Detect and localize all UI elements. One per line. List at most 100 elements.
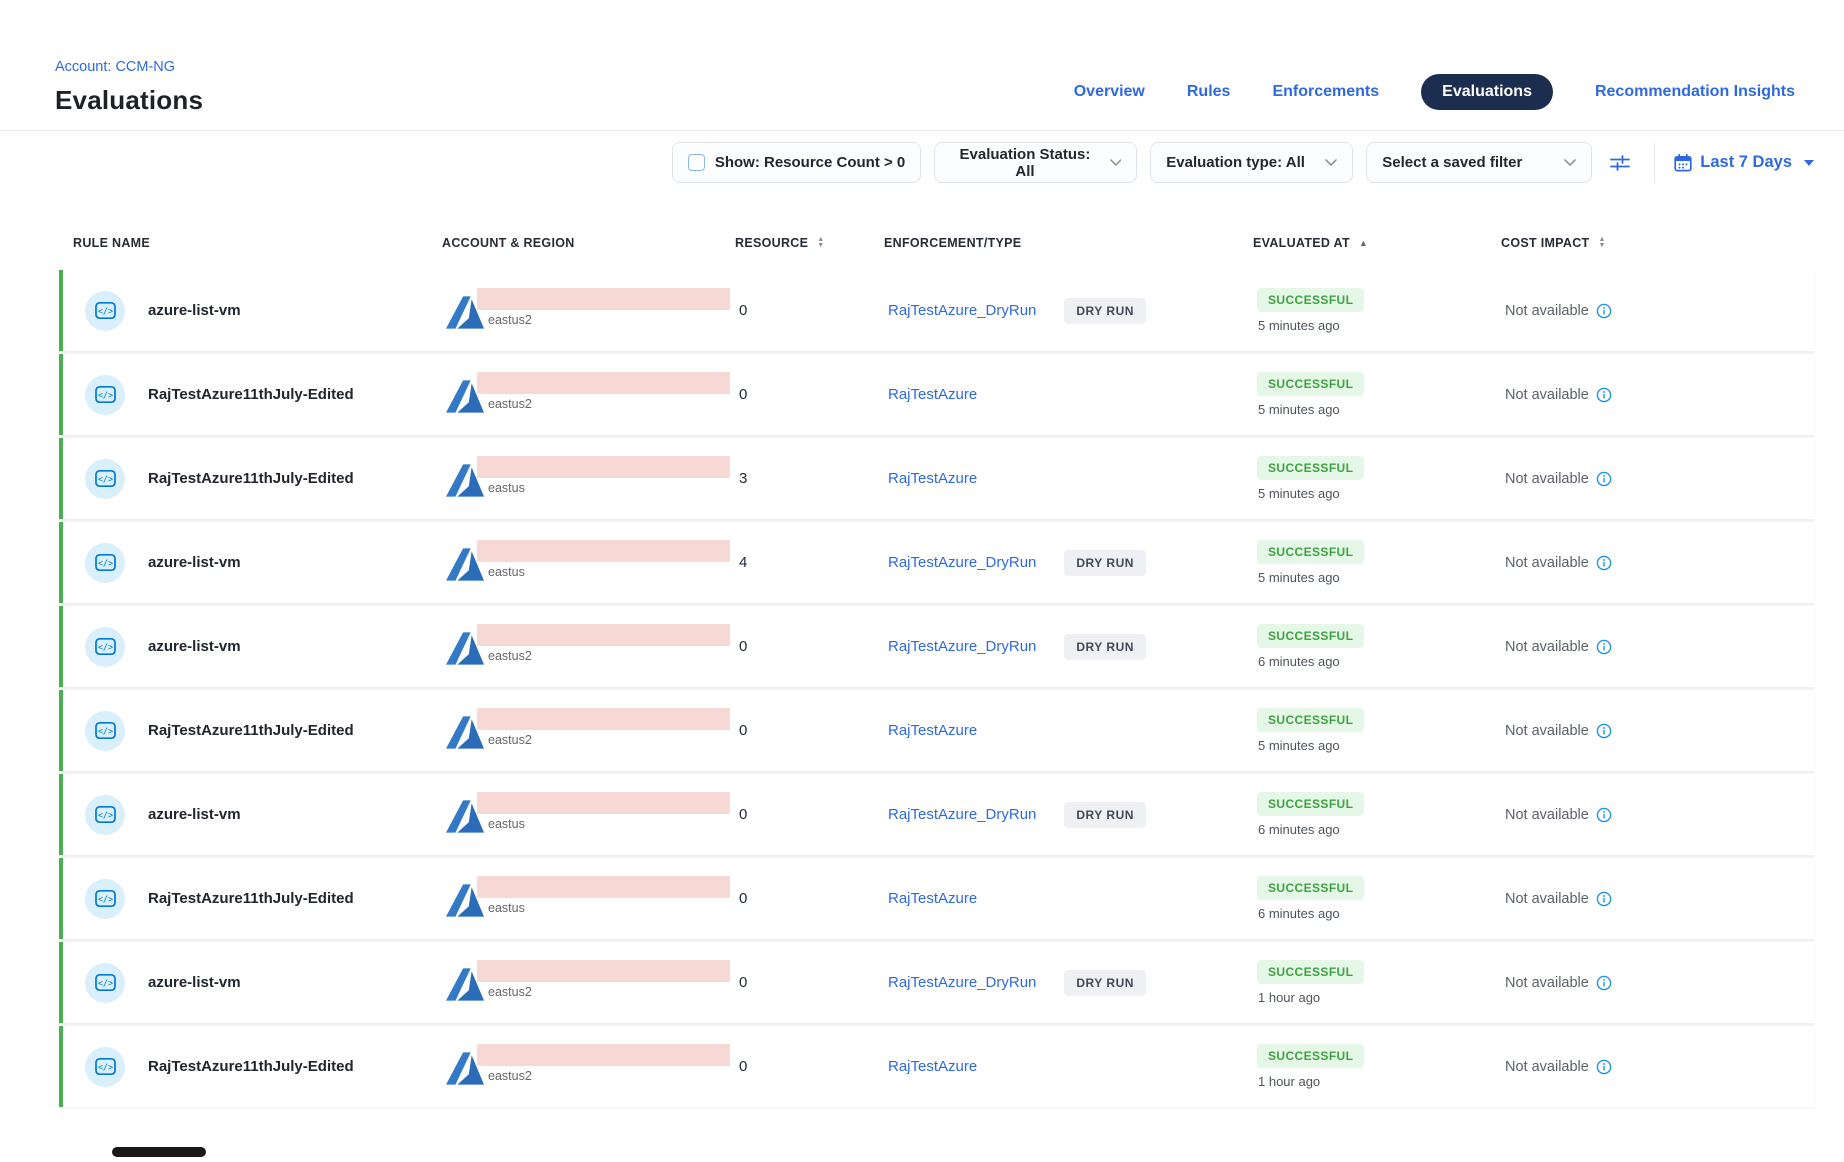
region-label: eastus2 xyxy=(477,313,730,327)
rule-name: azure-list-vm xyxy=(148,974,241,991)
col-account-region: ACCOUNT & REGION xyxy=(442,236,575,250)
rule-name: azure-list-vm xyxy=(148,806,241,823)
region-label: eastus2 xyxy=(477,649,730,663)
resource-count: 0 xyxy=(739,302,747,319)
table-header: RULE NAME ACCOUNT & REGION RESOURCE ▲▼ E… xyxy=(59,228,1814,258)
rule-icon: </> xyxy=(85,459,125,499)
redacted-account-bar xyxy=(477,960,730,982)
evaluated-time: 1 hour ago xyxy=(1257,1074,1320,1089)
enforcement-link[interactable]: RajTestAzure xyxy=(888,890,977,907)
resource-count-checkbox[interactable] xyxy=(688,154,705,171)
enforcement-link[interactable]: RajTestAzure_DryRun xyxy=(888,638,1036,655)
enforcement-link[interactable]: RajTestAzure_DryRun xyxy=(888,806,1036,823)
info-icon[interactable] xyxy=(1596,975,1612,991)
rule-name: RajTestAzure11thJuly-Edited xyxy=(148,890,354,907)
enforcement-link[interactable]: RajTestAzure xyxy=(888,386,977,403)
region-label: eastus2 xyxy=(477,397,730,411)
svg-text:</>: </> xyxy=(97,979,112,989)
dry-run-badge: DRY RUN xyxy=(1064,550,1146,576)
redacted-account-bar xyxy=(477,876,730,898)
horizontal-scrollbar-thumb[interactable] xyxy=(112,1147,206,1157)
resource-count: 0 xyxy=(739,806,747,823)
redacted-account-bar xyxy=(477,288,730,310)
chevron-down-icon xyxy=(1564,159,1576,167)
table-row[interactable]: </> azure-list-vm eastus 0 RajTestAzure_… xyxy=(59,774,1814,855)
resource-count: 0 xyxy=(739,386,747,403)
evaluations-table: RULE NAME ACCOUNT & REGION RESOURCE ▲▼ E… xyxy=(59,228,1814,1107)
resource-count-label: Show: Resource Count > 0 xyxy=(715,154,905,171)
status-badge: SUCCESSFUL xyxy=(1257,876,1364,900)
info-icon[interactable] xyxy=(1596,891,1612,907)
status-badge: SUCCESSFUL xyxy=(1257,540,1364,564)
saved-filter-placeholder: Select a saved filter xyxy=(1382,154,1522,171)
chevron-down-icon xyxy=(1325,159,1337,167)
info-icon[interactable] xyxy=(1596,1059,1612,1075)
svg-text:</>: </> xyxy=(97,895,112,905)
info-icon[interactable] xyxy=(1596,807,1612,823)
account-breadcrumb-link[interactable]: Account: CCM-NG xyxy=(55,59,175,75)
tab-recommendation-insights[interactable]: Recommendation Insights xyxy=(1595,83,1795,101)
sort-icon-evaluated-at-asc[interactable]: ▲ xyxy=(1359,238,1368,248)
table-body: </> azure-list-vm eastus2 0 RajTestAzure… xyxy=(59,270,1814,1107)
evaluation-type-select[interactable]: Evaluation type: All xyxy=(1150,142,1353,183)
region-label: eastus xyxy=(477,817,730,831)
status-badge: SUCCESSFUL xyxy=(1257,624,1364,648)
table-row[interactable]: </> RajTestAzure11thJuly-Edited eastus 3… xyxy=(59,438,1814,519)
info-icon[interactable] xyxy=(1596,471,1612,487)
status-badge: SUCCESSFUL xyxy=(1257,960,1364,984)
info-icon[interactable] xyxy=(1596,639,1612,655)
resource-count: 0 xyxy=(739,638,747,655)
enforcement-link[interactable]: RajTestAzure xyxy=(888,1058,977,1075)
status-badge: SUCCESSFUL xyxy=(1257,1044,1364,1068)
info-icon[interactable] xyxy=(1596,723,1612,739)
enforcement-link[interactable]: RajTestAzure_DryRun xyxy=(888,302,1036,319)
tab-overview[interactable]: Overview xyxy=(1074,83,1145,101)
svg-text:</>: </> xyxy=(97,1063,112,1073)
tab-enforcements[interactable]: Enforcements xyxy=(1272,83,1379,101)
tab-evaluations[interactable]: Evaluations xyxy=(1421,74,1553,110)
table-row[interactable]: </> RajTestAzure11thJuly-Edited eastus2 … xyxy=(59,354,1814,435)
rule-name: RajTestAzure11thJuly-Edited xyxy=(148,470,354,487)
enforcement-link[interactable]: RajTestAzure xyxy=(888,722,977,739)
page-header: Account: CCM-NG Evaluations Overview Rul… xyxy=(0,0,1844,130)
date-range-picker[interactable]: Last 7 Days xyxy=(1674,153,1814,172)
info-icon[interactable] xyxy=(1596,387,1612,403)
rule-icon: </> xyxy=(85,795,125,835)
filter-settings-button[interactable] xyxy=(1605,153,1635,173)
cost-impact-value: Not available xyxy=(1505,975,1589,991)
resource-count: 0 xyxy=(739,974,747,991)
table-row[interactable]: </> azure-list-vm eastus 4 RajTestAzure_… xyxy=(59,522,1814,603)
dry-run-badge: DRY RUN xyxy=(1064,970,1146,996)
tab-rules[interactable]: Rules xyxy=(1187,83,1231,101)
dry-run-badge: DRY RUN xyxy=(1064,802,1146,828)
sort-icon-resource[interactable]: ▲▼ xyxy=(817,237,824,249)
table-row[interactable]: </> azure-list-vm eastus2 0 RajTestAzure… xyxy=(59,606,1814,687)
info-icon[interactable] xyxy=(1596,303,1612,319)
rule-icon: </> xyxy=(85,711,125,751)
col-evaluated-at: EVALUATED AT xyxy=(1253,236,1350,250)
cost-impact-value: Not available xyxy=(1505,303,1589,319)
svg-text:</>: </> xyxy=(97,727,112,737)
cost-impact-value: Not available xyxy=(1505,807,1589,823)
redacted-account-bar xyxy=(477,372,730,394)
info-icon[interactable] xyxy=(1596,555,1612,571)
table-row[interactable]: </> RajTestAzure11thJuly-Edited eastus2 … xyxy=(59,1026,1814,1107)
cost-impact-value: Not available xyxy=(1505,723,1589,739)
cost-impact-value: Not available xyxy=(1505,891,1589,907)
table-row[interactable]: </> RajTestAzure11thJuly-Edited eastus 0… xyxy=(59,858,1814,939)
region-label: eastus2 xyxy=(477,733,730,747)
table-row[interactable]: </> azure-list-vm eastus2 0 RajTestAzure… xyxy=(59,270,1814,351)
enforcement-link[interactable]: RajTestAzure_DryRun xyxy=(888,554,1036,571)
table-row[interactable]: </> azure-list-vm eastus2 0 RajTestAzure… xyxy=(59,942,1814,1023)
rule-icon: </> xyxy=(85,543,125,583)
table-row[interactable]: </> RajTestAzure11thJuly-Edited eastus2 … xyxy=(59,690,1814,771)
resource-count-filter[interactable]: Show: Resource Count > 0 xyxy=(672,142,921,183)
enforcement-link[interactable]: RajTestAzure xyxy=(888,470,977,487)
enforcement-link[interactable]: RajTestAzure_DryRun xyxy=(888,974,1036,991)
redacted-account-bar xyxy=(477,792,730,814)
saved-filter-select[interactable]: Select a saved filter xyxy=(1366,142,1592,183)
evaluation-status-select[interactable]: Evaluation Status: All xyxy=(934,142,1137,183)
svg-text:</>: </> xyxy=(97,643,112,653)
sort-icon-cost-impact[interactable]: ▲▼ xyxy=(1598,237,1605,249)
rule-icon: </> xyxy=(85,291,125,331)
